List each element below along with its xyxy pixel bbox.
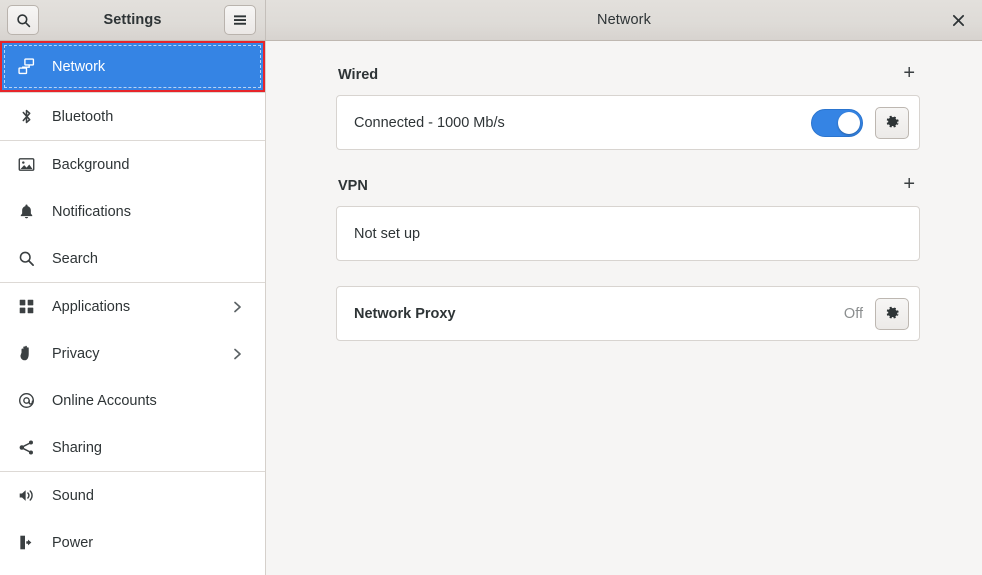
wired-card: Connected - 1000 Mb/s: [336, 95, 920, 150]
search-button[interactable]: [7, 5, 39, 35]
close-button[interactable]: [946, 8, 970, 32]
header-left-pane: Settings: [0, 0, 266, 40]
wired-section-header: Wired +: [336, 63, 920, 86]
main-menu-button[interactable]: [224, 5, 256, 35]
add-vpn-button[interactable]: +: [900, 174, 918, 197]
chevron-right-icon: [231, 300, 243, 314]
sidebar-item-privacy[interactable]: Privacy: [0, 330, 265, 377]
hamburger-menu-icon: [232, 14, 248, 26]
bluetooth-icon: [13, 108, 39, 125]
background-icon: [13, 156, 39, 173]
sidebar-item-network[interactable]: Network: [0, 41, 265, 92]
applications-icon: [13, 298, 39, 315]
sidebar-item-label: Privacy: [52, 346, 231, 362]
bluetooth-icon: [18, 108, 35, 125]
settings-window: Settings Network NetworkBluetoothBa: [0, 0, 982, 575]
wired-toggle-knob: [838, 112, 860, 134]
sidebar-item-label: Notifications: [52, 204, 251, 220]
search-icon: [16, 13, 31, 28]
window-body: Network Bluetooth Background Notifications S…: [0, 41, 982, 575]
sidebar-item-online-accounts[interactable]: Online Accounts: [0, 377, 265, 424]
sidebar-item-label: Bluetooth: [52, 109, 251, 125]
network-proxy-card: Network Proxy Off: [336, 286, 920, 341]
at-sign-icon: [13, 392, 39, 409]
window-title: Network: [266, 12, 982, 28]
header-right-pane: Network: [266, 0, 982, 40]
network-proxy-state: Off: [844, 306, 863, 322]
search-icon: [18, 250, 35, 267]
share-icon: [18, 439, 35, 456]
wired-settings-button[interactable]: [875, 107, 909, 139]
close-icon: [952, 14, 965, 27]
sidebar-item-label: Power: [52, 535, 251, 551]
sidebar-item-sharing[interactable]: Sharing: [0, 424, 265, 471]
sidebar-item-label: Sound: [52, 488, 251, 504]
sidebar-item-background[interactable]: Background: [0, 141, 265, 188]
network-icon: [13, 58, 39, 75]
power-plug-icon: [13, 534, 39, 551]
vpn-title: VPN: [338, 178, 368, 194]
network-proxy-label: Network Proxy: [354, 306, 844, 322]
sidebar-item-applications[interactable]: Applications: [0, 283, 265, 330]
sidebar-item-label: Sharing: [52, 440, 251, 456]
network-panel: Wired + Connected - 1000 Mb/s: [266, 41, 982, 575]
sidebar-item-power[interactable]: Power: [0, 519, 265, 566]
search-icon: [13, 250, 39, 267]
header-bar: Settings Network: [0, 0, 982, 41]
sidebar-item-search[interactable]: Search: [0, 235, 265, 282]
window-title-text: Network: [597, 12, 651, 28]
at-sign-icon: [18, 392, 35, 409]
privacy-hand-icon: [13, 345, 39, 362]
speaker-icon: [18, 487, 35, 504]
wired-title: Wired: [338, 67, 378, 83]
network-proxy-row[interactable]: Network Proxy Off: [337, 287, 919, 340]
sidebar-item-label: Background: [52, 157, 251, 173]
privacy-hand-icon: [18, 345, 35, 362]
background-icon: [18, 156, 35, 173]
vpn-card: Not set up: [336, 206, 920, 261]
vpn-status-row: Not set up: [337, 207, 919, 260]
sidebar-item-notifications[interactable]: Notifications: [0, 188, 265, 235]
network-proxy-settings-button[interactable]: [875, 298, 909, 330]
vpn-section-header: VPN +: [336, 174, 920, 197]
sidebar-item-label: Network: [52, 59, 249, 75]
sidebar-item-sound[interactable]: Sound: [0, 472, 265, 519]
sidebar-item-bluetooth[interactable]: Bluetooth: [0, 93, 265, 140]
sidebar-item-label: Applications: [52, 299, 231, 315]
chevron-right-icon: [231, 347, 243, 361]
gear-icon: [885, 115, 900, 130]
vpn-status-label: Not set up: [354, 226, 909, 242]
sidebar-item-chevron: [231, 347, 251, 361]
power-plug-icon: [18, 534, 35, 551]
network-icon: [18, 58, 35, 75]
wired-connection-row[interactable]: Connected - 1000 Mb/s: [337, 96, 919, 149]
bell-icon: [18, 203, 35, 220]
speaker-icon: [13, 487, 39, 504]
wired-toggle[interactable]: [811, 109, 863, 137]
sidebar-item-label: Search: [52, 251, 251, 267]
gear-icon: [885, 306, 900, 321]
sidebar-item-label: Online Accounts: [52, 393, 251, 409]
wired-status-label: Connected - 1000 Mb/s: [354, 115, 811, 131]
section-spacer: [336, 261, 920, 286]
share-icon: [13, 439, 39, 456]
bell-icon: [13, 203, 39, 220]
sidebar-item-chevron: [231, 300, 251, 314]
settings-sidebar: Network Bluetooth Background Notifications S…: [0, 41, 266, 575]
add-wired-button[interactable]: +: [900, 63, 918, 86]
applications-icon: [18, 298, 35, 315]
